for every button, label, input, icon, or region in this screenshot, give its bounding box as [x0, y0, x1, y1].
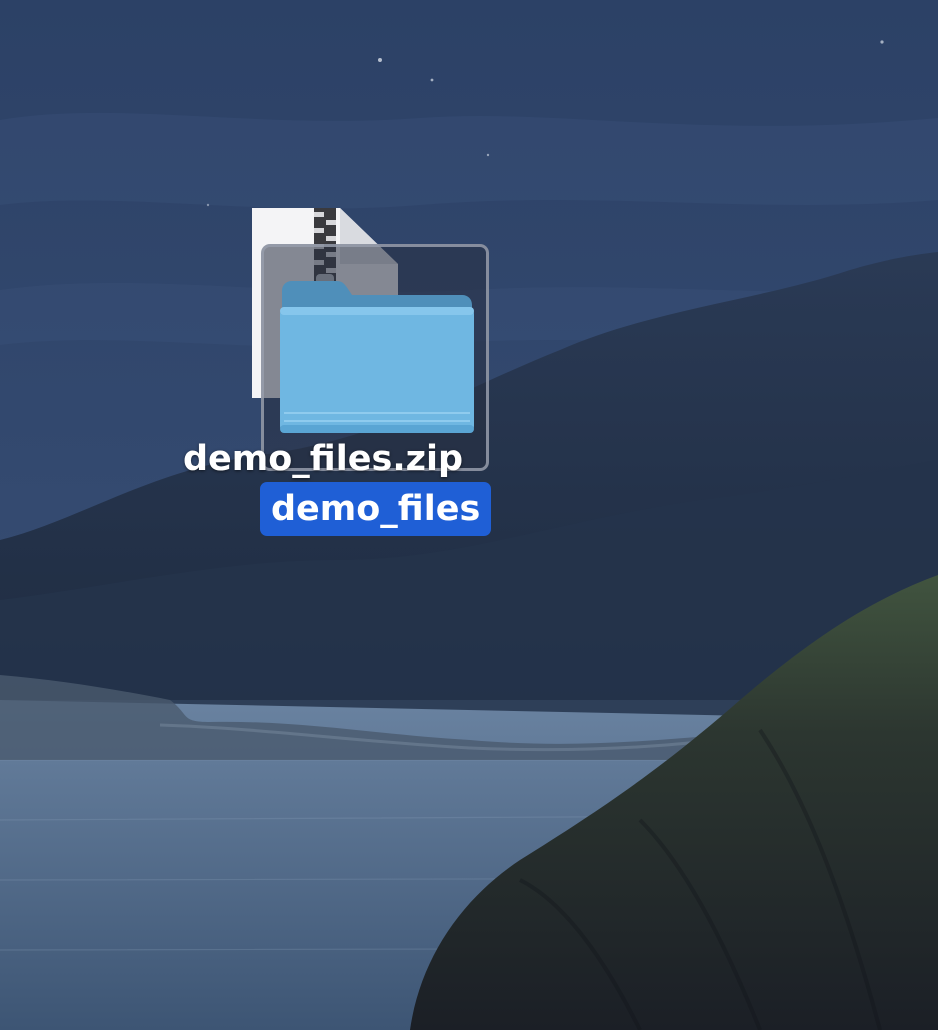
zip-archive-label[interactable]: demo_files.zip [183, 437, 463, 481]
desktop[interactable]: demo_files.zip demo_files [0, 0, 938, 1030]
folder-label[interactable]: demo_files [260, 482, 492, 536]
